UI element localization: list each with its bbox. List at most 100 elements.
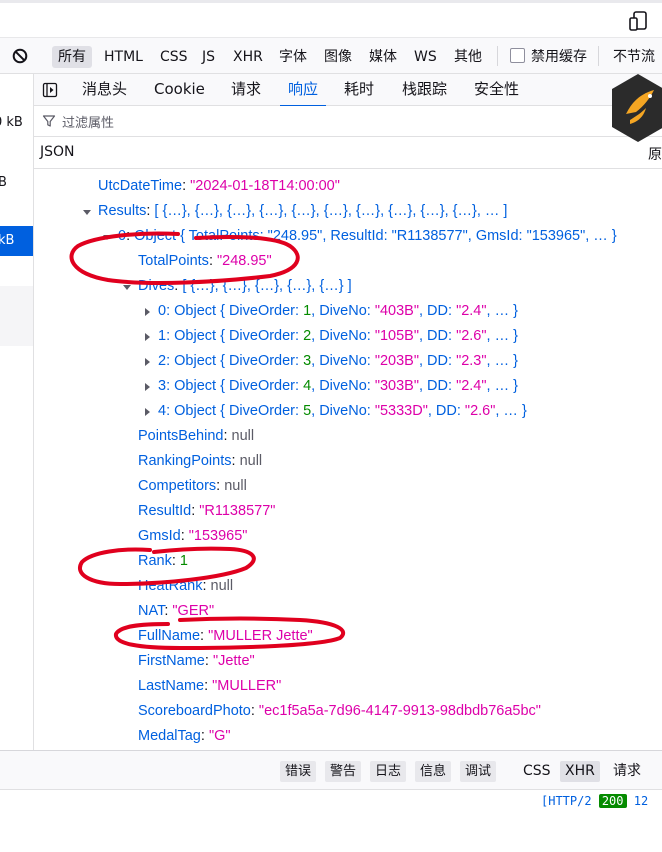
console-filter-debug[interactable]: 调试 [460,761,497,782]
console-filter-errors[interactable]: 错误 [280,761,317,782]
tab-headers[interactable]: 消息头 [82,74,127,106]
console-filter-requests[interactable]: 请求 [608,761,646,782]
request-size: 0 kB [0,115,23,130]
json-row-lastname[interactable]: LastName: "MULLER" [138,674,281,699]
json-row-dive[interactable]: 2: Object { DiveOrder: 3, DiveNo: "203B"… [158,349,518,374]
console-filter-logs[interactable]: 日志 [370,761,407,782]
json-row-gmsid[interactable]: GmsId: "153965" [138,524,247,549]
json-row-results[interactable]: Results: [ {…}, {…}, {…}, {…}, {…}, {…},… [98,199,507,224]
json-number: 1 [179,553,188,569]
json-row-resultid[interactable]: ResultId: "R1138577" [138,499,275,524]
toolbar-separator [497,46,498,66]
json-preview: [ {…}, {…}, {…}, {…}, {…} ] [182,278,352,294]
filter-properties-input[interactable]: 过滤属性 [62,112,114,131]
request-row[interactable]: 0 kB [0,108,33,138]
json-row-dive[interactable]: 4: Object { DiveOrder: 5, DiveNo: "5333D… [158,399,527,424]
raw-toggle-label[interactable]: 原 [648,144,662,164]
request-size: kB [0,233,15,248]
expand-twisty-icon[interactable] [142,307,152,317]
json-value: "303B" [374,378,419,394]
expand-twisty-icon[interactable] [142,382,152,392]
filter-js[interactable]: JS [196,46,221,68]
json-row-fullname[interactable]: FullName: "MULLER Jette" [138,624,313,649]
tab-security[interactable]: 安全性 [474,74,519,106]
json-key: TotalPoints [138,253,209,269]
console-filter-xhr[interactable]: XHR [560,761,600,782]
http-status[interactable]: [HTTP/2 200 12 [541,794,648,808]
http-status-extra: 12 [633,794,649,808]
console-filter-warnings[interactable]: 警告 [325,761,362,782]
filter-xhr[interactable]: XHR [227,46,269,68]
json-value: "203B" [374,353,419,369]
collapse-twisty-icon[interactable] [122,282,132,292]
json-row-medaltag[interactable]: MedalTag: "G" [138,724,231,749]
json-row-nat[interactable]: NAT: "GER" [138,599,214,624]
json-value: null [224,478,247,494]
tab-cookie[interactable]: Cookie [154,74,205,106]
extension-badge-icon[interactable] [610,72,662,144]
tab-timings[interactable]: 耗时 [344,74,374,106]
json-number: 2 [303,328,312,344]
json-value: "R1138577" [199,503,276,519]
expand-twisty-icon[interactable] [142,407,152,417]
json-row-dive[interactable]: 0: Object { DiveOrder: 1, DiveNo: "403B"… [158,299,518,324]
filter-images[interactable]: 图像 [318,46,358,68]
filter-media[interactable]: 媒体 [363,46,403,68]
json-value: "GER" [172,603,215,619]
json-row-rankingpoints[interactable]: RankingPoints: null [138,449,262,474]
collapse-twisty-icon[interactable] [102,232,112,242]
expand-twisty-icon[interactable] [142,357,152,367]
json-row-dive[interactable]: 1: Object { DiveOrder: 2, DiveNo: "105B"… [158,324,518,349]
json-row-heatrank[interactable]: HeatRank: null [138,574,233,599]
frame-line [0,0,662,3]
json-key: 1 [158,328,167,344]
json-row-scoreboardphoto[interactable]: ScoreboardPhoto: "ec1f5a5a-7d96-4147-991… [138,699,541,724]
responsive-design-icon[interactable] [628,10,650,32]
request-row[interactable]: B [0,168,33,198]
json-row-utcdatetime[interactable]: UtcDateTime: "2024-01-18T14:00:00" [98,174,340,199]
json-row-item-0[interactable]: 0: Object { TotalPoints: "248.95", Resul… [118,224,617,249]
throttle-select[interactable]: 不节流 [607,46,661,68]
console-filter-info[interactable]: 信息 [415,761,452,782]
collapse-twisty-icon[interactable] [82,207,92,217]
json-row-firstname[interactable]: FirstName: "Jette" [138,649,255,674]
json-preview: Object { TotalPoints: "248.95", ResultId… [134,228,617,244]
filter-all[interactable]: 所有 [52,46,92,68]
json-row-pointsbehind[interactable]: PointsBehind: null [138,424,254,449]
toolbar-separator [598,46,599,66]
console-toolbar: 错误 警告 日志 信息 调试 CSS XHR 请求 [0,750,662,790]
json-row-dives[interactable]: Dives: [ {…}, {…}, {…}, {…}, {…} ] [138,274,352,299]
console-filter-css[interactable]: CSS [518,761,556,782]
json-row-totalpoints[interactable]: TotalPoints: "248.95" [138,249,272,274]
json-row-competitors[interactable]: Competitors: null [138,474,247,499]
disable-cache-checkbox[interactable] [510,48,525,63]
request-row[interactable] [0,286,33,316]
json-value: "MULLER" [212,678,282,694]
filter-other[interactable]: 其他 [448,46,488,68]
json-label: JSON [40,144,75,160]
tab-stack-trace[interactable]: 栈跟踪 [402,74,447,106]
filter-fonts[interactable]: 字体 [273,46,313,68]
json-key: Results [98,203,147,219]
json-number: 4 [303,378,312,394]
json-row-dive[interactable]: 3: Object { DiveOrder: 4, DiveNo: "303B"… [158,374,518,399]
expand-twisty-icon[interactable] [142,332,152,342]
json-row-rank[interactable]: Rank: 1 [138,549,188,574]
json-value: null [231,428,255,444]
json-preview: [ {…}, {…}, {…}, {…}, {…}, {…}, {…}, {…}… [154,203,508,219]
tab-request[interactable]: 请求 [231,74,261,106]
block-requests-icon[interactable] [12,48,28,64]
filter-html[interactable]: HTML [98,46,149,68]
filter-css[interactable]: CSS [154,46,194,68]
json-value: "105B" [374,328,419,344]
filter-ws[interactable]: WS [408,46,443,68]
json-value: "2024-01-18T14:00:00" [190,178,340,194]
json-number: 1 [303,303,312,319]
filter-properties-bar: 过滤属性 [34,106,662,137]
toggle-panel-icon[interactable] [42,82,58,98]
tab-response[interactable]: 响应 [279,74,327,107]
request-row-selected[interactable]: kB [0,226,33,256]
request-row[interactable] [0,316,33,346]
json-number: 5 [303,403,312,419]
json-key: Dives [138,278,175,294]
